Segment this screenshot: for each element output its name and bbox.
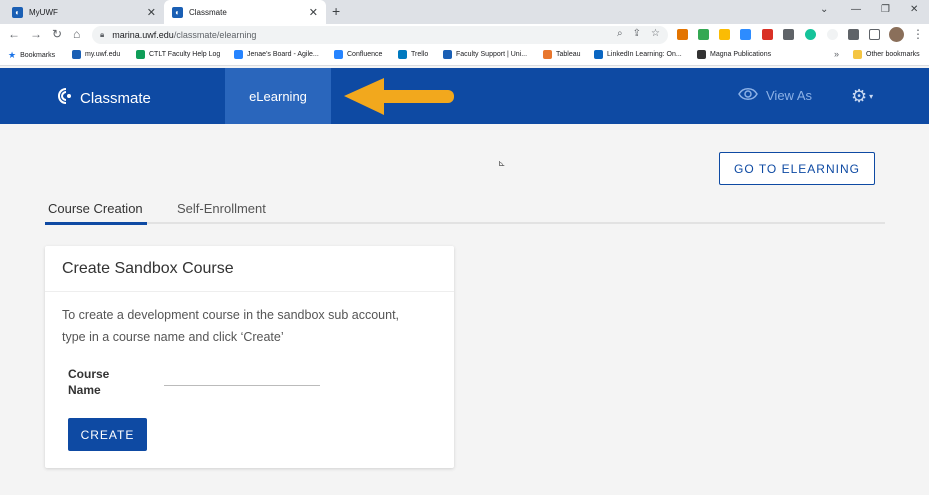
card-title: Create Sandbox Course	[45, 246, 454, 292]
bookmark-label: Trello	[411, 51, 429, 58]
view-as-button[interactable]: View As	[738, 88, 812, 103]
url-path: /classmate/elearning	[173, 30, 257, 40]
bookmark-label: Magna Publications	[710, 51, 772, 58]
close-icon[interactable]: ✕	[309, 6, 318, 19]
chevron-down-icon[interactable]: ⌄	[820, 4, 828, 15]
bookmark-item[interactable]: CTLT Faculty Help Log	[136, 50, 220, 59]
uwf-icon	[72, 50, 81, 59]
folder-icon	[853, 50, 862, 59]
course-name-label: Course Name	[68, 367, 110, 397]
bookmark-item[interactable]: LinkedIn Learning: On...	[594, 50, 682, 59]
magna-icon	[697, 50, 706, 59]
bookmark-label: Confluence	[347, 51, 383, 58]
browser-tab-classmate[interactable]: ◐ Classmate ✕	[164, 0, 326, 24]
qr-icon[interactable]	[783, 29, 794, 40]
page-tabs: Course Creation Self-Enrollment	[45, 196, 885, 225]
tab-title: Classmate	[189, 7, 227, 17]
app-header: Classmate eLearning View As ⚙ ▾	[0, 68, 929, 124]
settings-menu[interactable]: ⚙ ▾	[851, 86, 873, 107]
star-icon: ★	[8, 50, 17, 60]
home-icon[interactable]: ⌂	[73, 27, 80, 41]
bookmark-label: Other bookmarks	[866, 51, 920, 58]
drive-icon[interactable]	[719, 29, 730, 40]
extension-icon[interactable]	[827, 29, 838, 40]
minimize-icon[interactable]: —	[851, 4, 861, 15]
nav-label: eLearning	[249, 88, 307, 104]
forward-icon[interactable]: →	[30, 27, 42, 41]
confluence-icon	[334, 50, 343, 59]
bookmarks-overflow-icon[interactable]: »	[834, 49, 839, 59]
card-description: To create a development course in the sa…	[62, 308, 400, 344]
new-tab-icon[interactable]: +	[332, 3, 340, 19]
eye-icon	[738, 88, 758, 103]
go-to-elearning-button[interactable]: GO TO ELEARNING	[719, 152, 875, 185]
tab-course-creation[interactable]: Course Creation	[45, 201, 147, 225]
browser-toolbar: ← → ↻ ⌂ 🔒︎ marina.uwf.edu/classmate/elea…	[0, 24, 929, 46]
bookmark-label: CTLT Faculty Help Log	[149, 51, 221, 58]
reload-icon[interactable]: ↻	[52, 27, 62, 41]
bookmark-item[interactable]: Confluence	[334, 50, 382, 59]
bookmark-label: my.uwf.edu	[85, 51, 121, 58]
grammarly-icon[interactable]	[805, 29, 816, 40]
close-window-icon[interactable]: ✕	[910, 4, 918, 15]
classmate-logo-icon	[57, 88, 74, 109]
extension-icon[interactable]	[698, 29, 709, 40]
bookmark-item[interactable]: Jenae's Board - Agile...	[234, 50, 319, 59]
bookmark-item[interactable]: Magna Publications	[697, 50, 771, 59]
bookmark-label: LinkedIn Learning: On...	[607, 51, 682, 58]
browser-tabstrip: ◐ MyUWF ✕ ◐ Classmate ✕ + ⌄ — ❐ ✕	[0, 0, 929, 24]
uwf-icon: ◐	[12, 6, 23, 18]
bookmark-item[interactable]: Faculty Support | Uni...	[443, 50, 527, 59]
chevron-down-icon: ▾	[869, 92, 874, 101]
bookmark-item[interactable]: ★ Bookmarks	[8, 50, 55, 61]
zoom-app-icon[interactable]	[740, 29, 751, 40]
create-button[interactable]: CREATE	[68, 418, 147, 451]
tab-self-enrollment[interactable]: Self-Enrollment	[177, 201, 266, 216]
brand-name: Classmate	[80, 90, 151, 107]
uwf-icon: ◐	[172, 6, 183, 18]
tab-title: MyUWF	[29, 7, 58, 17]
lock-icon: 🔒︎	[100, 30, 105, 39]
address-bar[interactable]: 🔒︎ marina.uwf.edu/classmate/elearning ⌕ …	[92, 26, 668, 44]
bookmark-item[interactable]: my.uwf.edu	[72, 50, 120, 59]
bookmark-label: Tableau	[556, 51, 581, 58]
bookmark-folder[interactable]: Other bookmarks	[853, 50, 920, 59]
sheets-icon	[136, 50, 145, 59]
extension-icon[interactable]	[677, 29, 688, 40]
tableau-icon	[543, 50, 552, 59]
view-as-label: View As	[766, 88, 813, 103]
url-host: marina.uwf.edu	[112, 30, 174, 40]
bookmark-label: Jenae's Board - Agile...	[247, 51, 319, 58]
back-icon[interactable]: ←	[8, 27, 20, 41]
bookmark-label: Bookmarks	[20, 52, 56, 59]
create-sandbox-card: Create Sandbox Course To create a develo…	[45, 246, 454, 468]
zoom-icon[interactable]: ⌕	[617, 28, 623, 39]
brand-link[interactable]: Classmate	[57, 88, 151, 109]
bookmark-item[interactable]: Tableau	[543, 50, 581, 59]
nav-elearning[interactable]: eLearning	[225, 68, 331, 124]
bookmarks-bar: ★ Bookmarks my.uwf.edu CTLT Faculty Help …	[0, 46, 929, 66]
share-icon[interactable]: ⇪	[633, 28, 641, 39]
linkedin-icon	[594, 50, 603, 59]
bookmark-label: Faculty Support | Uni...	[456, 51, 528, 58]
mouse-cursor-icon: ⊾	[498, 158, 506, 168]
more-icon[interactable]: ⋮	[912, 27, 924, 41]
pdf-icon[interactable]	[762, 29, 773, 40]
close-icon[interactable]: ✕	[147, 6, 156, 19]
puzzle-icon[interactable]	[848, 29, 859, 40]
restore-icon[interactable]: ❐	[881, 4, 890, 15]
course-name-input[interactable]	[164, 370, 320, 386]
star-icon[interactable]: ☆	[651, 28, 660, 39]
trello-icon	[398, 50, 407, 59]
bookmark-item[interactable]: Trello	[398, 50, 428, 59]
browser-tab-myuwf[interactable]: ◐ MyUWF ✕	[4, 0, 164, 24]
uwf-icon	[443, 50, 452, 59]
jira-icon	[234, 50, 243, 59]
gear-icon: ⚙	[851, 86, 868, 106]
sidepanel-icon[interactable]	[869, 29, 880, 40]
avatar[interactable]	[889, 27, 904, 42]
annotation-arrow-icon	[344, 78, 454, 115]
